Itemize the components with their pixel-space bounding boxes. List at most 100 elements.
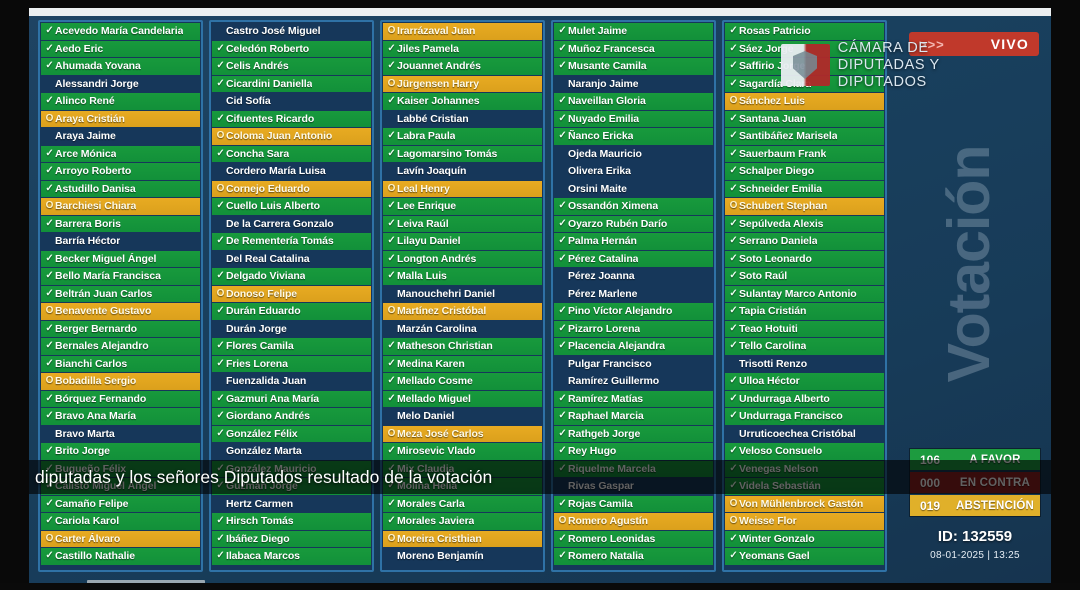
check-icon: ✓ [558,340,567,351]
deputy-row: Ojeda Mauricio [554,146,713,163]
deputy-name: Cid Sofía [226,95,271,107]
deputy-name: Pizarro Lorena [568,322,641,335]
deputy-name: Ibáñez Diego [226,532,290,545]
check-icon: ✓ [45,410,54,421]
check-icon: ✓ [729,235,738,246]
session-id: ID: 132559 [937,528,1013,545]
deputy-name: Schubert Stephan [739,200,828,212]
bottom-strip [87,580,205,583]
deputy-name: Bobadilla Sergio [55,375,137,387]
deputy-name: Astudillo Danisa [55,182,136,195]
deputy-name: Durán Eduardo [226,305,301,317]
deputy-row: ✓ Schalper Diego [725,163,884,180]
deputy-row: O Romero Agustín [554,513,713,530]
deputy-name: Nuyado Emilia [568,112,640,125]
deputy-row: O Donoso Felipe [212,285,371,302]
deputy-name: Mirosevic Vlado [397,445,476,457]
check-icon: ✓ [216,410,225,421]
check-icon: ✓ [45,147,54,159]
deputy-row: ✓ Ulloa Héctor [725,373,884,390]
deputy-row: ✓ Veloso Consuelo [725,443,884,460]
deputy-row: ✓ Brito Jorge [41,443,200,460]
deputy-name: Urruticoechea Cristóbal [739,427,856,440]
deputy-row: ✓ Tapia Cristián [725,303,884,320]
deputy-name: Rathgeb Jorge [568,427,641,440]
deputy-name: Longton Andrés [397,252,477,265]
channel-logo-line2: DIPUTADAS Y DIPUTADOS [837,56,940,90]
check-icon: ✓ [729,112,738,124]
deputy-name: Jürgensen Harry [397,77,479,90]
check-icon: ✓ [729,550,738,561]
deputy-name: Manouchehri Daniel [397,287,495,300]
deputy-row: O Sánchez Luis [725,93,884,110]
circle-icon: O [558,515,567,526]
circle-icon: O [45,375,54,386]
deputy-name: Jiles Pamela [397,42,459,55]
check-icon: ✓ [387,497,396,509]
deputy-name: Beltrán Juan Carlos [55,287,153,300]
check-icon: ✓ [387,445,396,456]
check-icon: ✓ [387,392,396,404]
deputy-name: Lee Enrique [397,200,456,212]
deputy-name: Alinco René [55,95,115,107]
screen: ✓ Acevedo María Candelaria ✓ Aedo Eric ✓ Ahum… [0,0,1080,590]
deputy-name: Acevedo María Candelaria [55,25,184,37]
deputy-name: Yeomans Gael [739,550,810,562]
check-icon: ✓ [558,25,567,36]
check-icon: ✓ [216,200,225,211]
check-icon: ✓ [558,392,567,404]
deputy-row: Labbé Cristian [383,111,542,128]
deputy-row: ✓ Undurraga Francisco [725,408,884,425]
broadcast-frame: ✓ Acevedo María Candelaria ✓ Aedo Eric ✓ Ahum… [29,8,1051,583]
deputy-name: Aedo Eric [55,42,104,55]
deputy-row: ✓ Cariola Karol [41,513,200,530]
deputy-row: Hertz Carmen [212,496,371,513]
deputy-row: Barría Héctor [41,233,200,250]
check-icon: ✓ [387,60,396,71]
deputy-row: ✓ Celedón Roberto [212,40,371,57]
deputy-row: ✓ Medina Karen [383,355,542,372]
check-icon: ✓ [45,217,54,229]
deputy-name: Musante Camila [568,60,647,72]
session-info: ID: 132559 08-01-2025 | 13:25 [909,528,1041,561]
deputy-row: Ramírez Guillermo [554,373,713,390]
deputy-name: Lavín Joaquín [397,165,467,177]
check-icon: ✓ [387,252,396,264]
deputy-row: ✓ Raphael Marcia [554,408,713,425]
deputy-row: De la Carrera Gonzalo [212,216,371,233]
deputy-name: Bravo Ana María [55,410,136,422]
deputy-name: Rojas Camila [568,497,633,510]
deputy-name: Romero Agustín [568,515,648,527]
channel-logo: CÁMARA DE DIPUTADAS Y DIPUTADOS [781,40,1021,90]
deputy-row: ✓ Malla Luis [383,268,542,285]
deputy-name: Carter Álvaro [55,532,121,545]
check-icon: ✓ [729,130,738,141]
circle-icon: O [387,305,396,316]
deputy-row: ✓ Sauerbaum Frank [725,145,884,162]
deputy-name: Del Real Catalina [226,252,310,265]
deputy-row: ✓ Barrera Boris [41,215,200,232]
deputy-row: ✓ Naveillan Gloria [554,93,713,110]
deputy-row: O Meza José Carlos [383,425,542,442]
deputy-name: Arce Mónica [55,147,117,160]
check-icon: ✓ [45,25,54,36]
circle-icon: O [729,497,738,509]
deputy-name: Cicardini Daniella [226,77,313,90]
deputy-row: ✓ Labra Paula [383,128,542,145]
deputy-name: Schalper Diego [739,165,815,177]
check-icon: ✓ [729,217,738,229]
deputy-name: Celis Andrés [226,60,289,72]
check-icon: ✓ [45,270,54,281]
deputy-row: O Moreira Cristhian [383,530,542,547]
channel-logo-text: CÁMARA DE DIPUTADAS Y DIPUTADOS [838,40,1021,91]
check-icon: ✓ [216,550,225,561]
check-icon: ✓ [216,357,225,369]
deputy-name: Mellado Miguel [397,392,471,405]
deputy-name: Cuello Luis Alberto [226,200,320,212]
deputy-name: Coloma Juan Antonio [226,130,333,142]
deputy-row: ✓ Bianchi Carlos [41,355,200,372]
votacion-watermark: Votación [936,145,1002,383]
deputy-row: ✓ Tello Carolina [725,338,884,355]
circle-icon: O [387,25,396,36]
check-icon: ✓ [558,112,567,124]
